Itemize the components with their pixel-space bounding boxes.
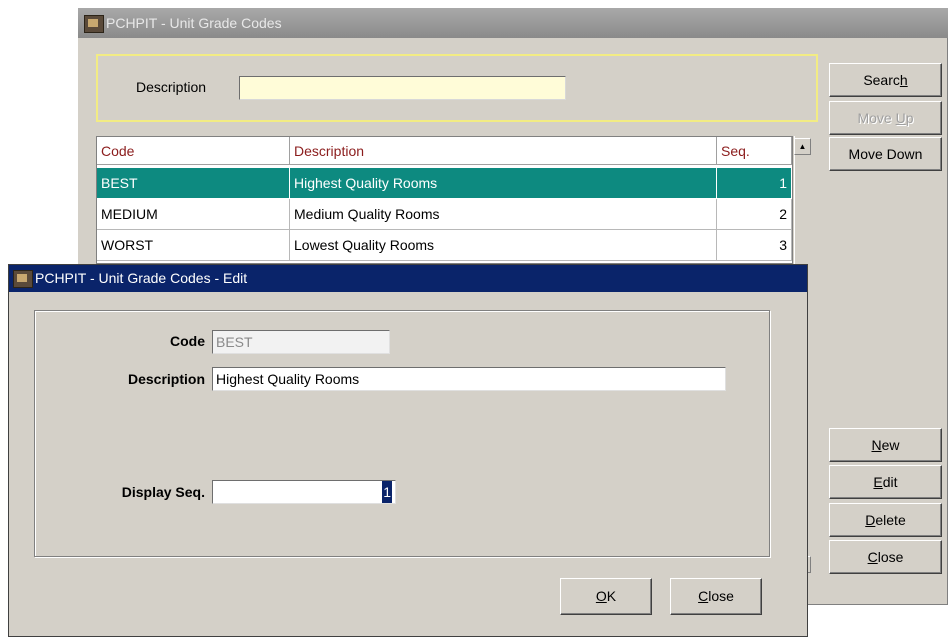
- description-label: Description: [127, 371, 205, 387]
- cell-description: Highest Quality Rooms: [290, 168, 717, 199]
- code-label: Code: [170, 333, 205, 349]
- description-field[interactable]: Highest Quality Rooms: [212, 367, 726, 391]
- cell-code: WORST: [97, 230, 290, 261]
- edit-button[interactable]: Edit: [829, 465, 942, 499]
- table-row[interactable]: MEDIUM Medium Quality Rooms 2: [97, 199, 792, 230]
- cell-code: BEST: [97, 168, 290, 199]
- display-seq-value: 1: [382, 481, 392, 503]
- move-up-button[interactable]: Move Up: [829, 101, 942, 135]
- cell-description: Medium Quality Rooms: [290, 199, 717, 230]
- cell-description: Lowest Quality Rooms: [290, 230, 717, 261]
- close-button[interactable]: Close: [829, 540, 942, 574]
- display-seq-field[interactable]: 1: [212, 480, 396, 504]
- app-icon: [13, 270, 33, 288]
- column-header-seq[interactable]: Seq.: [717, 137, 792, 165]
- edit-dialog-titlebar[interactable]: PCHPIT - Unit Grade Codes - Edit: [9, 265, 807, 292]
- edit-dialog-title: PCHPIT - Unit Grade Codes - Edit: [35, 270, 248, 286]
- table-row[interactable]: WORST Lowest Quality Rooms 3: [97, 230, 792, 261]
- main-window-titlebar[interactable]: PCHPIT - Unit Grade Codes: [78, 8, 948, 38]
- scroll-up-icon[interactable]: ▲: [794, 138, 811, 155]
- cell-seq: 1: [717, 168, 792, 199]
- search-description-label: Description: [136, 79, 207, 95]
- cell-code: MEDIUM: [97, 199, 290, 230]
- column-header-description[interactable]: Description: [290, 137, 717, 165]
- cell-seq: 2: [717, 199, 792, 230]
- new-button[interactable]: New: [829, 428, 942, 462]
- cell-seq: 3: [717, 230, 792, 261]
- delete-button[interactable]: Delete: [829, 503, 942, 537]
- dialog-close-button[interactable]: Close: [670, 578, 762, 615]
- column-header-code[interactable]: Code: [97, 137, 290, 165]
- ok-button[interactable]: OK: [560, 578, 652, 615]
- search-description-input[interactable]: [239, 76, 566, 100]
- search-button[interactable]: Search: [829, 63, 942, 97]
- app-icon: [84, 15, 104, 33]
- main-window-title: PCHPIT - Unit Grade Codes: [106, 15, 282, 31]
- display-seq-label: Display Seq.: [121, 484, 205, 500]
- code-field: BEST: [212, 330, 390, 354]
- table-row[interactable]: BEST Highest Quality Rooms 1: [97, 168, 792, 199]
- move-down-button[interactable]: Move Down: [829, 137, 942, 171]
